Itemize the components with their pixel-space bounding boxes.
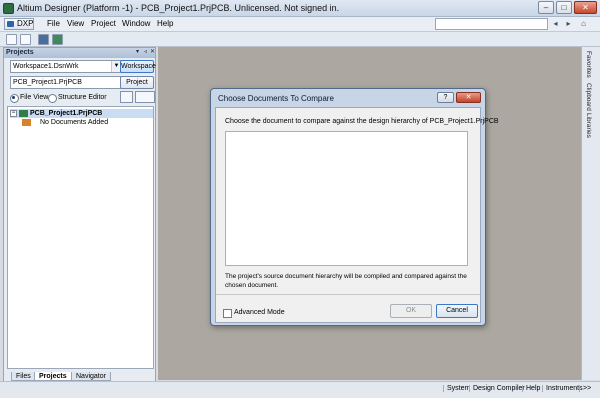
tab-files[interactable]: Files — [11, 372, 36, 381]
dialog-body: Choose the document to compare against t… — [215, 107, 499, 323]
tab-projects[interactable]: Projects — [34, 372, 72, 381]
project-options-icon[interactable] — [120, 91, 133, 103]
compare-dialog: Choose Documents To Compare ? ✕ Choose t… — [210, 88, 499, 326]
file-view-radio[interactable]: File View — [10, 93, 48, 103]
folder-icon — [22, 119, 31, 126]
panel-close-icon[interactable]: ✕ — [149, 49, 156, 56]
tree-item-label: PCB_Project1.PrjPCB — [30, 110, 103, 117]
menu-file[interactable]: File — [47, 19, 60, 28]
home-icon[interactable]: ⌂ — [578, 18, 589, 30]
structure-editor-radio[interactable]: Structure Editor — [48, 93, 107, 103]
workspace-select[interactable]: Workspace1.DsnWrk ▼ — [10, 60, 122, 73]
help-button[interactable]: ? — [437, 92, 454, 103]
pcb-project-icon — [19, 110, 28, 117]
panel-tabs: Files Projects Navigator — [7, 372, 154, 381]
dialog-title: Choose Documents To Compare — [218, 94, 334, 103]
panel-title: Projects — [4, 48, 155, 58]
cancel-button[interactable]: Cancel — [436, 304, 478, 318]
tab-navigator[interactable]: Navigator — [71, 372, 111, 381]
open-document-icon[interactable] — [20, 34, 31, 45]
toolbar — [0, 32, 600, 47]
component-icon[interactable] — [52, 34, 63, 45]
workspace-select-value: Workspace1.DsnWrk — [13, 63, 79, 70]
ok-button[interactable]: OK — [390, 304, 432, 318]
right-panel-tabs: Favorites Clipboard Libraries — [581, 47, 600, 380]
settings-dropdown-icon[interactable] — [135, 91, 155, 103]
tab-libraries[interactable]: Libraries — [585, 113, 592, 138]
project-field[interactable]: PCB_Project1.PrjPCB — [10, 76, 122, 89]
menu-view[interactable]: View — [67, 19, 84, 28]
tab-favorites[interactable]: Favorites — [585, 51, 592, 78]
menu-project[interactable]: Project — [91, 19, 116, 28]
divider — [216, 294, 480, 295]
status-design-compiler[interactable]: Design Compiler — [469, 385, 528, 392]
close-button[interactable]: ✕ — [574, 1, 597, 14]
address-input[interactable] — [435, 18, 548, 30]
project-tree: − PCB_Project1.PrjPCB No Documents Added — [7, 106, 154, 369]
workspace-button[interactable]: Workspace — [120, 60, 156, 73]
new-document-icon[interactable] — [6, 34, 17, 45]
collapse-icon[interactable]: − — [10, 110, 17, 117]
window-title: Altium Designer (Platform -1) - PCB_Proj… — [17, 3, 340, 13]
maximize-button[interactable]: □ — [556, 1, 572, 14]
minimize-button[interactable]: – — [538, 1, 554, 14]
project-button[interactable]: Project — [120, 76, 154, 89]
tab-clipboard[interactable]: Clipboard — [585, 83, 592, 111]
document-list[interactable] — [225, 131, 468, 266]
panel-pin-icon[interactable]: ◃ — [142, 49, 149, 56]
menu-window[interactable]: Window — [122, 19, 150, 28]
tree-item-label: No Documents Added — [40, 119, 109, 126]
advanced-mode-checkbox[interactable]: Advanced Mode — [223, 308, 285, 318]
dxp-menu[interactable]: DXP — [4, 18, 34, 30]
status-help[interactable]: Help — [522, 385, 543, 392]
dialog-prompt: Choose the document to compare against t… — [225, 118, 499, 125]
tree-item-project[interactable]: − PCB_Project1.PrjPCB — [10, 109, 153, 118]
title-bar: Altium Designer (Platform -1) - PCB_Proj… — [0, 0, 600, 17]
panel-menu-icon[interactable]: ▾ — [134, 49, 141, 56]
dialog-note: The project's source document hierarchy … — [225, 273, 467, 289]
menu-help[interactable]: Help — [157, 19, 173, 28]
back-icon[interactable]: ◂ — [550, 18, 561, 30]
altium-app-icon — [3, 3, 14, 14]
devices-icon[interactable] — [38, 34, 49, 45]
dialog-close-button[interactable]: ✕ — [456, 92, 481, 103]
status-bar: System Design Compiler Help Instruments … — [0, 381, 600, 398]
projects-panel: Projects ▾ ◃ ✕ Workspace1.DsnWrk ▼ Works… — [3, 47, 156, 382]
forward-icon[interactable]: ▸ — [563, 18, 574, 30]
status-more[interactable]: >> — [579, 385, 594, 392]
tree-item-empty: No Documents Added — [20, 118, 108, 127]
